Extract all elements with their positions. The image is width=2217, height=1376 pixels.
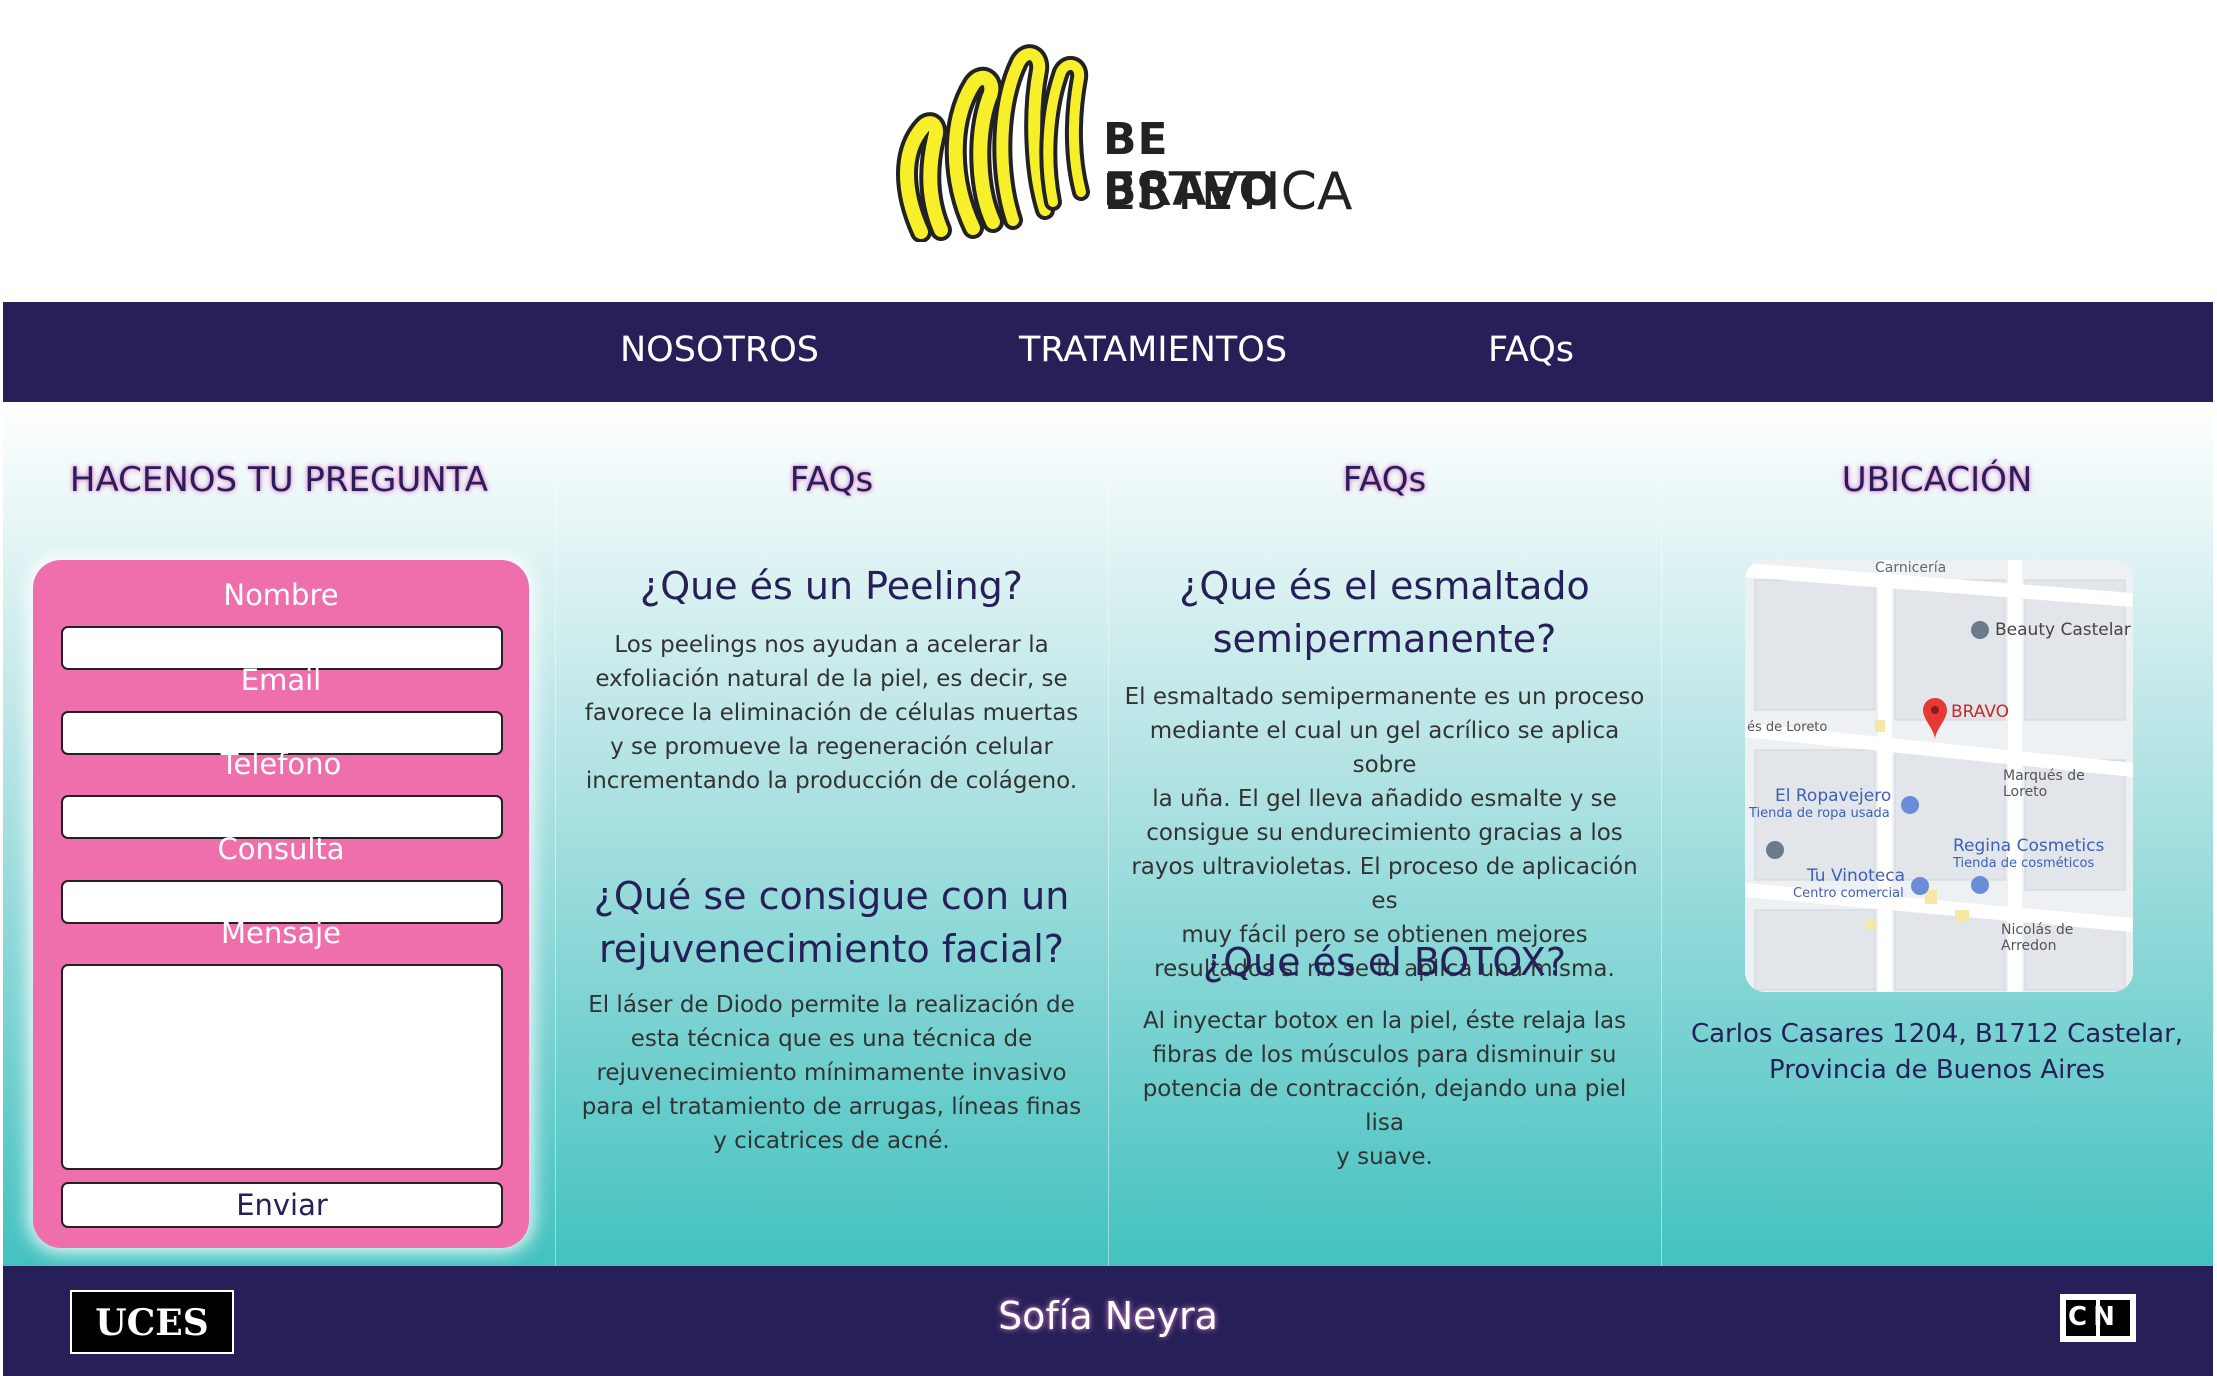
location-map[interactable]: Carnicería Beauty Castelar BRAVO és de L… (1745, 560, 2133, 992)
map-label: Regina Cosmetics (1953, 836, 2105, 856)
map-label: Marqués de Loreto (2003, 768, 2085, 800)
brand-mark-icon (896, 44, 1090, 242)
map-label: Centro comercial (1793, 886, 1904, 901)
mensaje-textarea[interactable] (61, 964, 503, 1170)
nav-item-tratamientos[interactable]: TRATAMIENTOS (1019, 330, 1287, 370)
nav-item-faqs[interactable]: FAQs (1488, 330, 1574, 370)
map-label: El Ropavejero (1775, 786, 1892, 806)
footer-author: Sofía Neyra (998, 1294, 1218, 1338)
map-label: Carnicería (1875, 560, 1947, 576)
map-label: Tu Vinoteca (1807, 866, 1906, 886)
contact-title: HACENOS TU PREGUNTA (69, 460, 489, 500)
faq-answer: Al inyectar botox en la piel, éste relaj… (1142, 1008, 1627, 1170)
faq-answer: El láser de Diodo permite la realización… (581, 992, 1082, 1154)
field-label-consulta: Consulta (217, 832, 345, 866)
field-label-nombre: Nombre (223, 578, 339, 612)
address: Carlos Casares 1204, B1712 Castelar, Pro… (1690, 1019, 2184, 1085)
faq-column-left: FAQs ¿Que és un Peeling? Los peelings no… (555, 402, 1108, 1266)
header: BE BRAVO ESTETICA (3, 0, 2213, 302)
main-nav: NOSOTROS TRATAMIENTOS FAQs (3, 302, 2213, 402)
contact-form: Nombre Email Telefono Consulta Mensaje E… (33, 560, 529, 1248)
cn-logo[interactable]: CN (2060, 1292, 2136, 1344)
contact-column: HACENOS TU PREGUNTA Nombre Email Telefon… (3, 402, 555, 1266)
field-label-telefono: Telefono (220, 747, 342, 781)
location-column: UBICACIÓN Carnicería Beauty Castelar BRA… (1661, 402, 2213, 1266)
main-content: HACENOS TU PREGUNTA Nombre Email Telefon… (3, 402, 2213, 1266)
field-label-email: Email (240, 663, 322, 697)
brand-logo[interactable]: BE BRAVO ESTETICA (893, 42, 1353, 242)
faq-question: ¿Que és el BOTOX? (1202, 940, 1567, 984)
faq-title: FAQs (1342, 460, 1427, 500)
faq-question: ¿Que és el esmaltado semipermanente? (1179, 564, 1590, 661)
enviar-button[interactable]: Enviar (61, 1182, 503, 1228)
footer: UCES Sofía Neyra CN (3, 1266, 2213, 1376)
nav-item-nosotros[interactable]: NOSOTROS (620, 330, 819, 370)
faq-title: FAQs (789, 460, 874, 500)
faq-question: ¿Que és un Peeling? (640, 564, 1023, 608)
map-label: Tienda de ropa usada (1749, 806, 1890, 821)
map-label: és de Loreto (1747, 720, 1828, 735)
map-label: Nicolás de Arredon (2001, 922, 2074, 954)
brand-subtitle: ESTETICA (1103, 162, 1353, 222)
faq-question: ¿Qué se consigue con un rejuvenecimiento… (593, 874, 1070, 971)
field-label-mensaje: Mensaje (220, 916, 342, 950)
faq-answer: Los peelings nos ayudan a acelerar la ex… (584, 632, 1079, 794)
faq-column-right: FAQs ¿Que és el esmaltado semipermanente… (1108, 402, 1661, 1266)
location-title: UBICACIÓN (1841, 460, 2033, 500)
map-label: BRAVO (1951, 702, 2010, 722)
map-label: Tienda de cosméticos (1953, 856, 2095, 871)
page: BE BRAVO ESTETICA NOSOTROS TRATAMIENTOS … (3, 0, 2213, 1376)
map-label: Beauty Castelar (1995, 620, 2131, 640)
